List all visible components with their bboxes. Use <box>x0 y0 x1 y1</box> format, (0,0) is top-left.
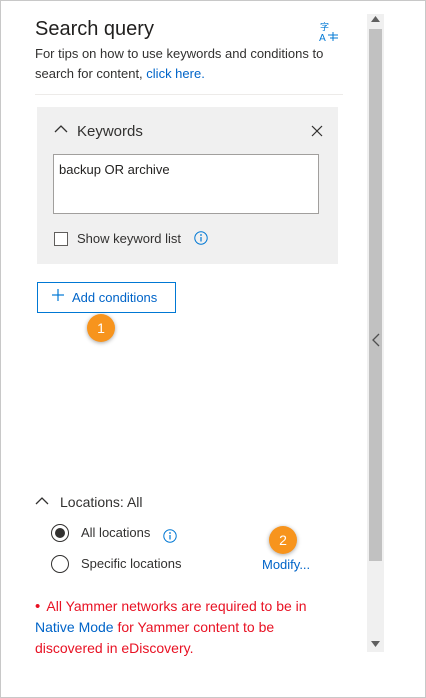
scroll-up-arrow-icon[interactable] <box>371 16 380 22</box>
info-icon[interactable] <box>163 529 177 543</box>
callout-badge-1: 1 <box>87 314 115 342</box>
add-conditions-label: Add conditions <box>72 290 158 305</box>
yammer-warning: • All Yammer networks are required to be… <box>35 596 335 659</box>
radio-all-locations[interactable] <box>51 524 69 542</box>
keywords-label: Keywords <box>77 123 143 140</box>
chevron-up-icon[interactable] <box>35 496 49 506</box>
svg-text:字: 字 <box>320 21 329 33</box>
warning-bullet: • <box>35 598 41 615</box>
info-icon[interactable] <box>194 231 208 245</box>
close-icon[interactable] <box>311 125 323 137</box>
specific-locations-label: Specific locations <box>81 556 182 571</box>
native-mode-link[interactable]: Native Mode <box>35 619 114 635</box>
plus-icon <box>52 289 64 301</box>
chevron-up-icon[interactable] <box>54 124 68 134</box>
locations-label: Locations: All <box>60 494 143 510</box>
click-here-link[interactable]: click here. <box>146 66 205 81</box>
chevron-left-icon[interactable] <box>372 333 380 347</box>
warning-text-1: All Yammer networks are required to be i… <box>46 598 307 614</box>
tips-text: For tips on how to use keywords and cond… <box>35 44 335 84</box>
divider <box>35 94 343 95</box>
page-title: Search query <box>35 18 154 40</box>
language-translate-icon[interactable]: 字 A <box>318 21 340 43</box>
scroll-down-arrow-icon[interactable] <box>371 641 380 647</box>
show-keyword-list-label: Show keyword list <box>77 231 182 246</box>
callout-badge-2: 2 <box>269 526 297 554</box>
show-keyword-list-checkbox[interactable] <box>54 232 68 246</box>
all-locations-label: All locations <box>81 525 151 540</box>
svg-text:A: A <box>319 33 326 43</box>
modify-link[interactable]: Modify... <box>262 557 310 572</box>
keywords-input-value: backup OR archive <box>59 162 170 177</box>
radio-specific-locations[interactable] <box>51 555 69 573</box>
search-query-pane <box>0 0 426 698</box>
scrollbar-thumb[interactable] <box>369 29 382 561</box>
